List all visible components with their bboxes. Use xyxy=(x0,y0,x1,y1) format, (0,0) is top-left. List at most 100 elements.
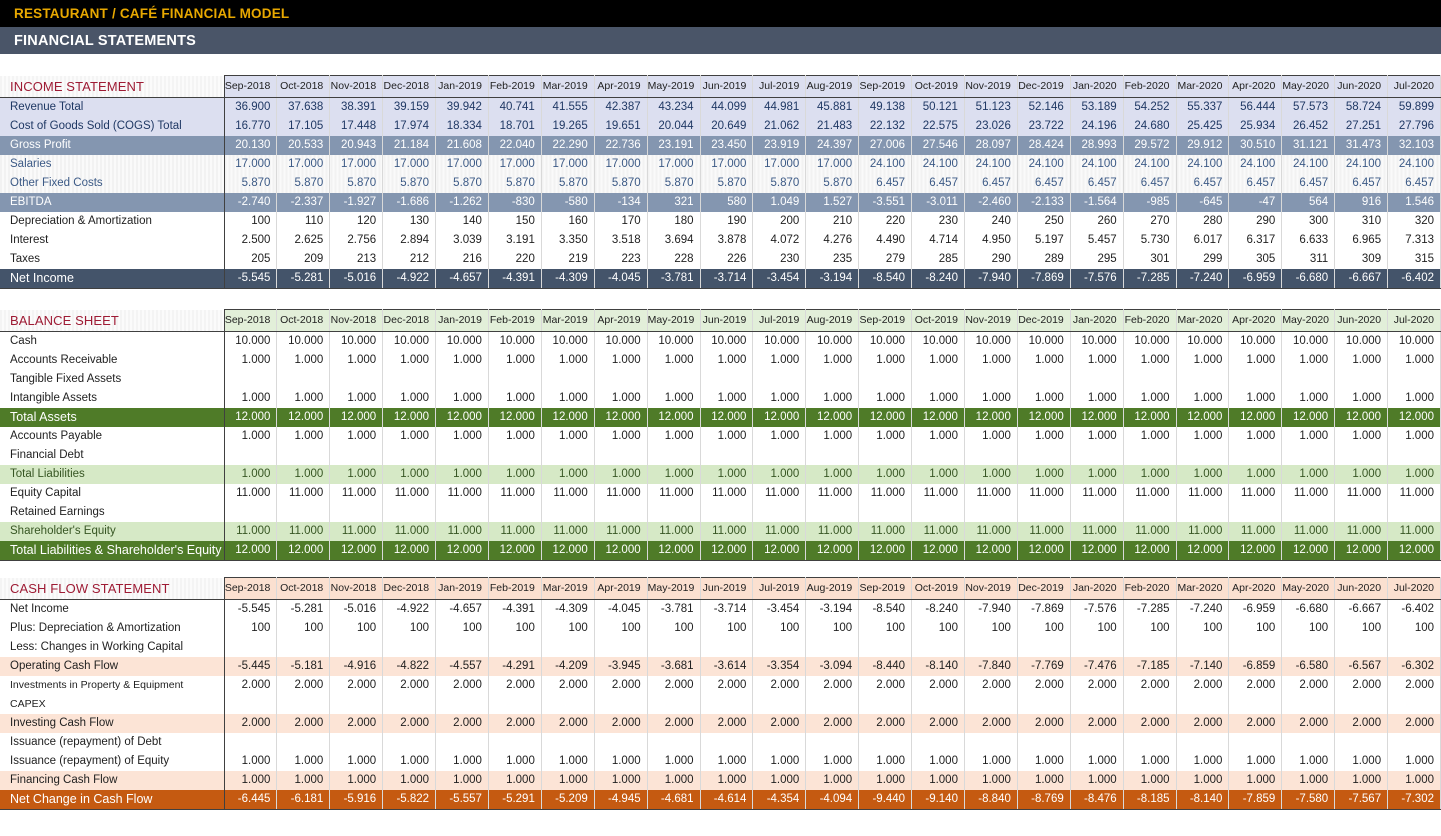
table-row[interactable]: Taxes 205 209 213 212 216 220 219 223 228 226 230 23… xyxy=(0,250,1441,269)
cell-jul-2020[interactable]: 100 xyxy=(1387,619,1441,638)
cell-apr-2019[interactable]: 1.000 xyxy=(594,771,648,790)
cell-feb-2020[interactable]: 54.252 xyxy=(1123,97,1177,117)
cell-mar-2019[interactable]: 1.000 xyxy=(541,465,595,484)
cell-sep-2018[interactable]: 205 xyxy=(224,250,278,269)
cell-jul-2019[interactable]: 1.000 xyxy=(752,427,807,446)
cell-nov-2018[interactable]: -4.916 xyxy=(329,657,384,676)
cell-oct-2019[interactable]: 4.714 xyxy=(911,231,965,250)
cell-nov-2019[interactable] xyxy=(964,446,1018,465)
cell-may-2019[interactable]: 12.000 xyxy=(647,408,701,427)
cell-mar-2020[interactable]: 1.000 xyxy=(1176,752,1230,771)
cell-jun-2019[interactable]: 3.878 xyxy=(700,231,754,250)
cell-jun-2019[interactable] xyxy=(700,446,754,465)
cell-may-2019[interactable] xyxy=(647,638,701,657)
cell-may-2020[interactable]: 1.000 xyxy=(1281,427,1336,446)
cell-sep-2019[interactable]: 49.138 xyxy=(858,97,913,117)
cell-jan-2020[interactable]: 12.000 xyxy=(1070,541,1124,561)
cell-sep-2019[interactable]: 1.000 xyxy=(858,465,913,484)
cell-mar-2020[interactable] xyxy=(1176,370,1230,389)
cell-oct-2019[interactable] xyxy=(911,503,965,522)
cell-aug-2019[interactable]: 1.000 xyxy=(805,752,860,771)
cell-jul-2020[interactable]: 1.000 xyxy=(1387,771,1441,790)
cell-feb-2020[interactable] xyxy=(1123,503,1177,522)
cell-mar-2020[interactable] xyxy=(1176,695,1230,714)
cell-dec-2018[interactable]: 130 xyxy=(382,212,437,231)
cell-feb-2019[interactable] xyxy=(488,695,542,714)
cell-apr-2019[interactable]: 5.870 xyxy=(594,174,648,193)
cell-jul-2020[interactable]: -6.402 xyxy=(1387,599,1441,619)
cell-feb-2020[interactable]: -985 xyxy=(1123,193,1177,212)
cell-dec-2018[interactable]: 1.000 xyxy=(382,427,437,446)
cell-oct-2019[interactable] xyxy=(911,446,965,465)
cell-sep-2018[interactable]: 1.000 xyxy=(224,465,278,484)
cell-jan-2019[interactable]: 12.000 xyxy=(435,408,489,427)
cell-jan-2020[interactable]: 10.000 xyxy=(1070,331,1124,351)
cell-jul-2020[interactable] xyxy=(1387,638,1441,657)
cell-apr-2020[interactable]: 2.000 xyxy=(1228,714,1283,733)
cell-nov-2018[interactable]: 17.000 xyxy=(329,155,384,174)
cell-feb-2020[interactable]: 12.000 xyxy=(1123,408,1177,427)
cell-dec-2019[interactable]: 250 xyxy=(1017,212,1071,231)
cell-mar-2019[interactable] xyxy=(541,638,595,657)
cell-may-2019[interactable]: 11.000 xyxy=(647,522,701,541)
cell-feb-2020[interactable] xyxy=(1123,733,1177,752)
cell-jul-2019[interactable]: 44.981 xyxy=(752,97,807,117)
cell-may-2020[interactable]: 57.573 xyxy=(1281,97,1336,117)
cell-feb-2019[interactable] xyxy=(488,446,542,465)
cell-jun-2020[interactable] xyxy=(1334,733,1389,752)
cell-mar-2019[interactable]: 1.000 xyxy=(541,427,595,446)
cell-mar-2020[interactable]: -8.140 xyxy=(1176,790,1230,810)
cell-jun-2019[interactable]: 2.000 xyxy=(700,714,754,733)
cell-apr-2020[interactable]: -6.959 xyxy=(1228,269,1283,289)
cell-feb-2019[interactable] xyxy=(488,370,542,389)
cell-oct-2019[interactable]: 12.000 xyxy=(911,408,965,427)
cell-nov-2018[interactable]: 1.000 xyxy=(329,389,384,408)
cell-oct-2019[interactable]: 100 xyxy=(911,619,965,638)
cell-may-2020[interactable]: 311 xyxy=(1281,250,1336,269)
cell-may-2019[interactable]: 1.000 xyxy=(647,427,701,446)
cell-feb-2019[interactable]: -4.291 xyxy=(488,657,542,676)
cell-apr-2019[interactable]: 17.000 xyxy=(594,155,648,174)
cell-dec-2018[interactable] xyxy=(382,503,437,522)
cell-apr-2019[interactable] xyxy=(594,733,648,752)
cell-jul-2019[interactable]: 100 xyxy=(752,619,807,638)
cell-apr-2019[interactable] xyxy=(594,503,648,522)
cell-dec-2018[interactable]: 11.000 xyxy=(382,484,437,503)
cell-feb-2019[interactable]: 150 xyxy=(488,212,542,231)
table-row[interactable]: Investments in Property & Equipment 2.000… xyxy=(0,676,1441,695)
cell-mar-2020[interactable]: 11.000 xyxy=(1176,484,1230,503)
cell-jan-2019[interactable]: 1.000 xyxy=(435,351,489,370)
cell-apr-2019[interactable] xyxy=(594,638,648,657)
cell-nov-2019[interactable] xyxy=(964,695,1018,714)
cell-jan-2019[interactable]: -5.557 xyxy=(435,790,489,810)
cell-jan-2019[interactable] xyxy=(435,370,489,389)
cell-apr-2020[interactable]: 1.000 xyxy=(1228,389,1283,408)
cell-feb-2020[interactable]: 1.000 xyxy=(1123,771,1177,790)
cell-apr-2020[interactable]: 12.000 xyxy=(1228,541,1283,561)
cell-mar-2019[interactable]: 22.290 xyxy=(541,136,595,155)
table-row[interactable]: Accounts Payable 1.000 1.000 1.000 1.000 1.00… xyxy=(0,427,1441,446)
cell-jun-2020[interactable]: 31.473 xyxy=(1334,136,1389,155)
cell-sep-2018[interactable]: 36.900 xyxy=(224,97,278,117)
cell-nov-2018[interactable]: 12.000 xyxy=(329,541,384,561)
cell-oct-2019[interactable]: -8.140 xyxy=(911,657,965,676)
cell-jul-2020[interactable]: 11.000 xyxy=(1387,522,1441,541)
cell-sep-2019[interactable]: 6.457 xyxy=(858,174,913,193)
cell-sep-2019[interactable]: -8.440 xyxy=(858,657,913,676)
cell-jan-2020[interactable]: 11.000 xyxy=(1070,522,1124,541)
cell-mar-2019[interactable] xyxy=(541,733,595,752)
cell-jul-2020[interactable]: 1.000 xyxy=(1387,752,1441,771)
cell-jun-2019[interactable]: 44.099 xyxy=(700,97,754,117)
cell-jan-2019[interactable]: 21.608 xyxy=(435,136,489,155)
cell-jul-2019[interactable]: 4.072 xyxy=(752,231,807,250)
cell-jun-2019[interactable]: 11.000 xyxy=(700,522,754,541)
cell-jul-2020[interactable] xyxy=(1387,695,1441,714)
cell-apr-2019[interactable]: 2.000 xyxy=(594,676,648,695)
cell-jul-2020[interactable]: 32.103 xyxy=(1387,136,1441,155)
cell-jan-2019[interactable]: 11.000 xyxy=(435,484,489,503)
cell-nov-2019[interactable] xyxy=(964,370,1018,389)
cell-dec-2019[interactable]: 11.000 xyxy=(1017,522,1071,541)
cell-jul-2019[interactable]: 12.000 xyxy=(752,541,807,561)
cell-oct-2019[interactable]: 24.100 xyxy=(911,155,965,174)
cell-jul-2019[interactable]: 17.000 xyxy=(752,155,807,174)
